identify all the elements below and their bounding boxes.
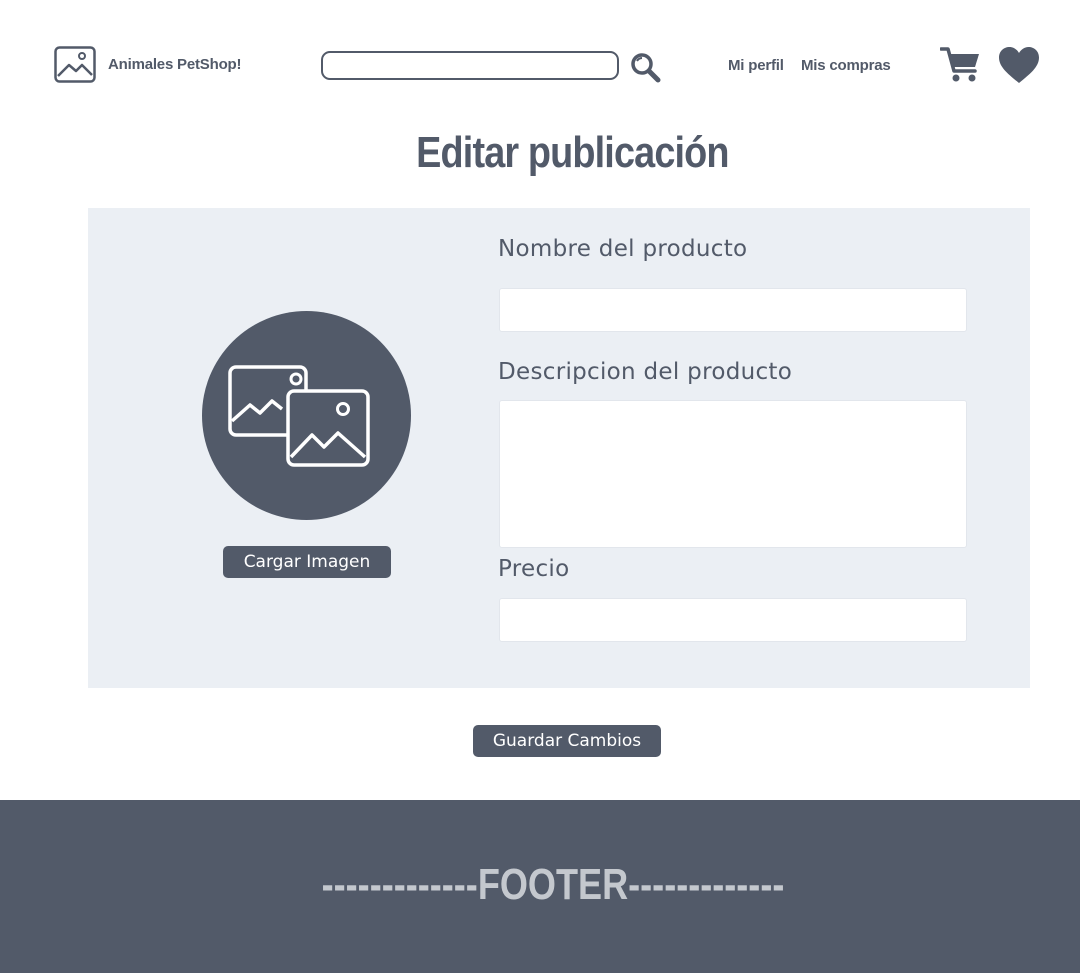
search-input[interactable] — [321, 51, 619, 80]
images-icon — [228, 365, 370, 467]
product-description-input[interactable] — [499, 400, 967, 548]
image-icon — [54, 46, 96, 83]
price-label: Precio — [498, 556, 570, 582]
nav-purchases-link[interactable]: Mis compras — [801, 57, 891, 74]
product-name-input[interactable] — [499, 288, 967, 332]
search-button[interactable] — [630, 52, 662, 84]
header: Animales PetShop! Mi perfil Mis compras — [0, 0, 1080, 130]
footer-text: -------------FOOTER------------- — [321, 860, 785, 909]
price-input[interactable] — [499, 598, 967, 642]
save-changes-button[interactable]: Guardar Cambios — [473, 725, 661, 757]
favorites-button[interactable] — [998, 46, 1040, 84]
product-name-label: Nombre del producto — [498, 236, 748, 262]
page-title: Editar publicación — [416, 128, 729, 177]
heart-icon — [999, 47, 1039, 83]
nav-profile-link[interactable]: Mi perfil — [728, 57, 784, 74]
cart-icon — [939, 47, 979, 82]
brand-logo[interactable]: Animales PetShop! — [54, 46, 241, 83]
edit-form-panel: Cargar Imagen Nombre del producto Descri… — [88, 208, 1030, 688]
cart-button[interactable] — [939, 45, 982, 83]
product-image-placeholder[interactable] — [202, 311, 411, 520]
product-description-label: Descripcion del producto — [498, 359, 793, 385]
footer: -------------FOOTER------------- — [0, 800, 1080, 973]
brand-name: Animales PetShop! — [108, 56, 242, 73]
upload-image-button[interactable]: Cargar Imagen — [223, 546, 391, 578]
search-icon — [631, 53, 661, 83]
